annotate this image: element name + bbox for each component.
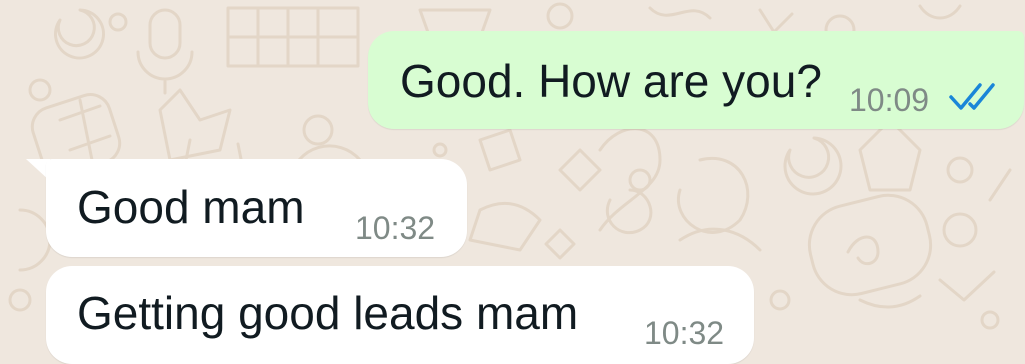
incoming-message-bubble[interactable]: Good mam 10:32 [46,159,467,257]
message-text: Good. How are you? [400,55,822,107]
message-text: Getting good leads mam [77,287,579,339]
message-timestamp: 10:32 [355,210,436,246]
message-timestamp: 10:09 [849,82,930,118]
outgoing-message-bubble[interactable]: Good. How are you? 10:09 [368,31,1024,129]
incoming-message-bubble[interactable]: Getting good leads mam 10:32 [46,266,754,364]
message-text: Good mam [77,181,305,233]
message-timestamp: 10:32 [644,315,725,351]
chat-conversation: Good. How are you? 10:09 Good mam 10:32 … [0,0,1025,364]
double-check-read-icon [949,83,995,110]
